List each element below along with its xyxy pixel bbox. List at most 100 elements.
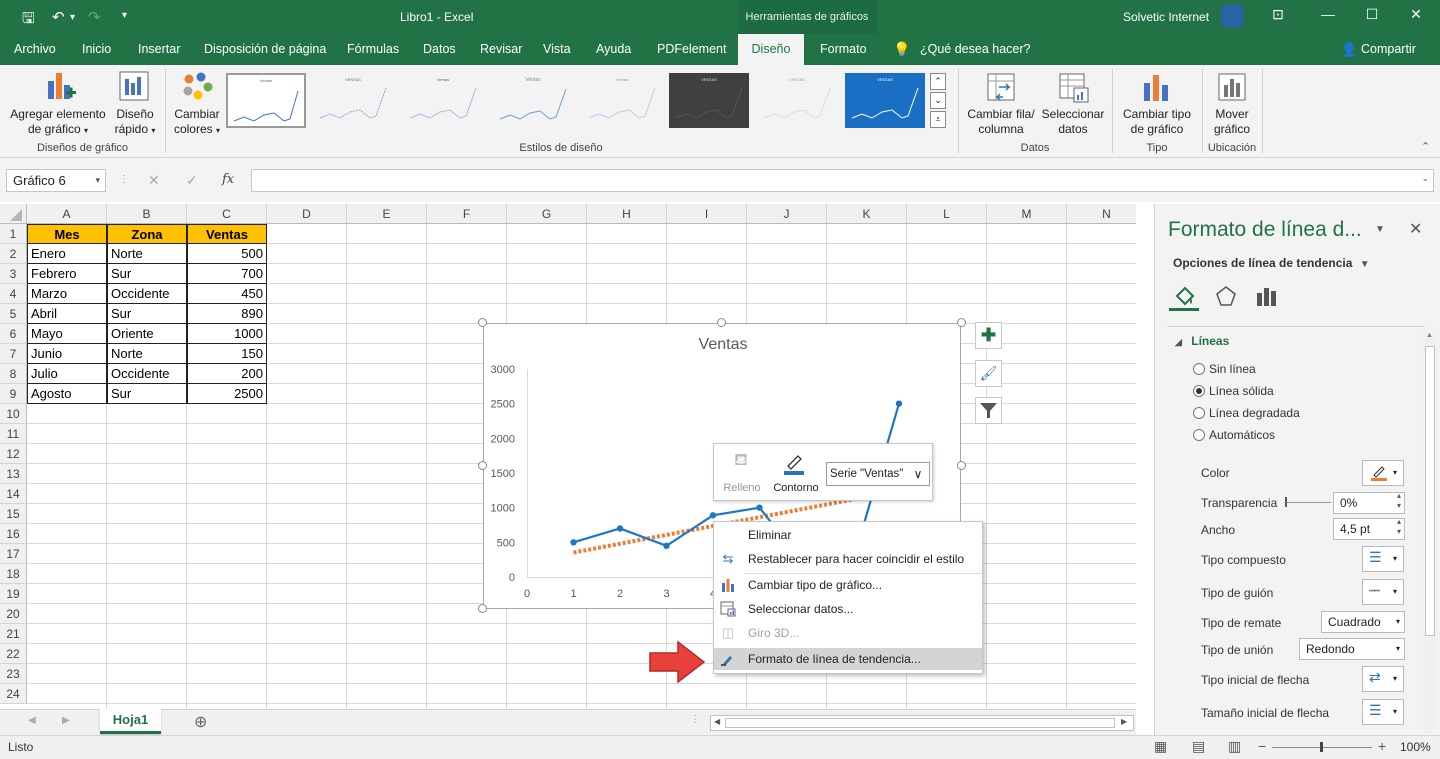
resize-handle-bl[interactable] <box>478 604 487 613</box>
chart-style-thumb-1[interactable]: Ventas <box>226 73 306 128</box>
tab-inicio[interactable]: Inicio <box>82 34 111 65</box>
customize-icon[interactable]: ▾ <box>122 10 127 21</box>
series-options-icon[interactable] <box>1254 284 1278 308</box>
zoom-in-icon[interactable]: + <box>1378 738 1386 754</box>
chart-filters-button[interactable] <box>975 397 1002 424</box>
chart-style-thumb-7[interactable]: VENTAS <box>757 73 837 128</box>
gallery-scroll[interactable]: ⌃ ⌄ ⩡ <box>930 73 946 128</box>
row-header[interactable]: 21 <box>0 624 27 644</box>
expand-formula-icon[interactable]: ⌄ <box>1421 173 1429 184</box>
row-header[interactable]: 20 <box>0 604 27 624</box>
header-cell[interactable]: Zona <box>107 224 187 244</box>
spinner-icon[interactable]: ▴ ▾ <box>1397 517 1401 537</box>
tab-disposicion[interactable]: Disposición de página <box>204 34 326 65</box>
series-select[interactable]: Serie "Ventas" | ∨ <box>826 462 930 486</box>
table-cell[interactable]: Occidente <box>107 284 187 304</box>
menu-item-change-chart-type[interactable]: Cambiar tipo de gráfico... <box>714 574 982 596</box>
effects-pentagon-icon[interactable] <box>1214 284 1238 308</box>
table-cell[interactable]: Abril <box>27 304 107 324</box>
chart-style-thumb-2[interactable]: VENTAS <box>313 73 393 128</box>
table-cell[interactable]: Julio <box>27 364 107 384</box>
table-cell[interactable]: Norte <box>107 244 187 264</box>
column-header[interactable]: N <box>1067 204 1136 224</box>
data-point[interactable] <box>663 542 670 549</box>
row-header[interactable]: 9 <box>0 384 27 404</box>
color-picker[interactable]: ▾ <box>1362 460 1404 486</box>
table-cell[interactable]: 450 <box>187 284 267 304</box>
chart-style-thumb-5[interactable]: Ventas <box>582 73 662 128</box>
table-cell[interactable]: Agosto <box>27 384 107 404</box>
row-header[interactable]: 18 <box>0 564 27 584</box>
next-sheet-icon[interactable]: ▶ <box>62 715 70 726</box>
menu-item-reset-style[interactable]: ⇆ Restablecer para hacer coincidir el es… <box>714 548 982 570</box>
table-cell[interactable]: 890 <box>187 304 267 324</box>
table-cell[interactable]: Junio <box>27 344 107 364</box>
table-cell[interactable]: Marzo <box>27 284 107 304</box>
row-header[interactable]: 23 <box>0 664 27 684</box>
tab-pdfelement[interactable]: PDFelement <box>657 34 726 65</box>
change-chart-type-button[interactable]: Cambiar tipo de gráfico <box>1117 69 1197 139</box>
table-cell[interactable]: 2500 <box>187 384 267 404</box>
fx-icon[interactable]: fx <box>222 172 234 187</box>
chart-style-thumb-4[interactable]: Ventas <box>493 73 573 128</box>
row-header[interactable]: 4 <box>0 284 27 304</box>
table-cell[interactable]: 150 <box>187 344 267 364</box>
column-header[interactable]: F <box>427 204 507 224</box>
header-cell[interactable]: Mes <box>27 224 107 244</box>
move-chart-button[interactable]: Mover gráfico <box>1204 69 1260 139</box>
cap-type-select[interactable]: Cuadrado ▾ <box>1321 611 1405 633</box>
maximize-icon[interactable]: ☐ <box>1362 6 1382 26</box>
formula-input[interactable]: ⌄ <box>251 169 1434 192</box>
spinner-icon[interactable]: ▴ ▾ <box>1397 491 1401 511</box>
prev-sheet-icon[interactable]: ◀ <box>28 715 36 726</box>
tab-vista[interactable]: Vista <box>543 34 571 65</box>
horizontal-scrollbar[interactable]: ◀ ▶ <box>710 715 1134 731</box>
gallery-down-icon[interactable]: ⌄ <box>930 92 946 109</box>
name-box[interactable]: Gráfico 6 ▾ <box>6 169 106 192</box>
column-header[interactable]: J <box>747 204 827 224</box>
row-header[interactable]: 14 <box>0 484 27 504</box>
transparency-slider[interactable] <box>1285 497 1331 507</box>
quick-layout-button[interactable]: Diseño rápido ▾ <box>112 69 158 139</box>
row-header[interactable]: 7 <box>0 344 27 364</box>
save-icon[interactable]: 🖫 <box>22 8 35 33</box>
resize-handle-tl[interactable] <box>478 318 487 327</box>
page-layout-icon[interactable]: ▤ <box>1192 738 1205 755</box>
tell-me-input[interactable]: ¿Qué desea hacer? <box>920 34 1031 65</box>
tab-formulas[interactable]: Fórmulas <box>347 34 399 65</box>
row-header[interactable]: 3 <box>0 264 27 284</box>
column-header[interactable]: A <box>27 204 107 224</box>
switch-row-column-button[interactable]: Cambiar fila/ columna <box>963 69 1039 139</box>
arrow-start-select[interactable]: ⇄ ▾ <box>1362 666 1404 692</box>
row-header[interactable]: 16 <box>0 524 27 544</box>
gallery-more-icon[interactable]: ⩡ <box>930 111 946 128</box>
data-point[interactable] <box>709 512 717 519</box>
share-button[interactable]: Compartir <box>1361 34 1416 65</box>
resize-handle-left[interactable] <box>478 461 487 470</box>
resize-handle-right[interactable] <box>957 461 966 470</box>
menu-item-delete[interactable]: Eliminar <box>714 524 982 546</box>
pane-menu-icon[interactable]: ▼ <box>1375 224 1385 235</box>
column-header[interactable]: E <box>347 204 427 224</box>
chart-style-thumb-8[interactable]: VENTAS <box>845 73 925 128</box>
data-point[interactable] <box>756 504 763 511</box>
row-header[interactable]: 15 <box>0 504 27 524</box>
redo-icon[interactable]: ↷ <box>88 8 101 26</box>
row-header[interactable]: 5 <box>0 304 27 324</box>
column-header[interactable]: B <box>107 204 187 224</box>
column-header[interactable]: K <box>827 204 907 224</box>
table-cell[interactable]: 200 <box>187 364 267 384</box>
scroll-up-icon[interactable]: ▲ <box>1426 332 1433 339</box>
header-cell[interactable]: Ventas <box>187 224 267 244</box>
data-point[interactable] <box>895 400 903 407</box>
row-header[interactable]: 2 <box>0 244 27 264</box>
chart-elements-button[interactable]: ✚ <box>975 322 1002 349</box>
undo-dropdown-icon[interactable]: ▾ <box>70 12 75 23</box>
resize-handle-tr[interactable] <box>957 318 966 327</box>
row-header[interactable]: 17 <box>0 544 27 564</box>
table-cell[interactable]: Sur <box>107 384 187 404</box>
column-header[interactable]: H <box>587 204 667 224</box>
row-header[interactable]: 24 <box>0 684 27 704</box>
table-cell[interactable]: 700 <box>187 264 267 284</box>
fill-button[interactable]: ⛾ Relleno <box>720 448 764 498</box>
